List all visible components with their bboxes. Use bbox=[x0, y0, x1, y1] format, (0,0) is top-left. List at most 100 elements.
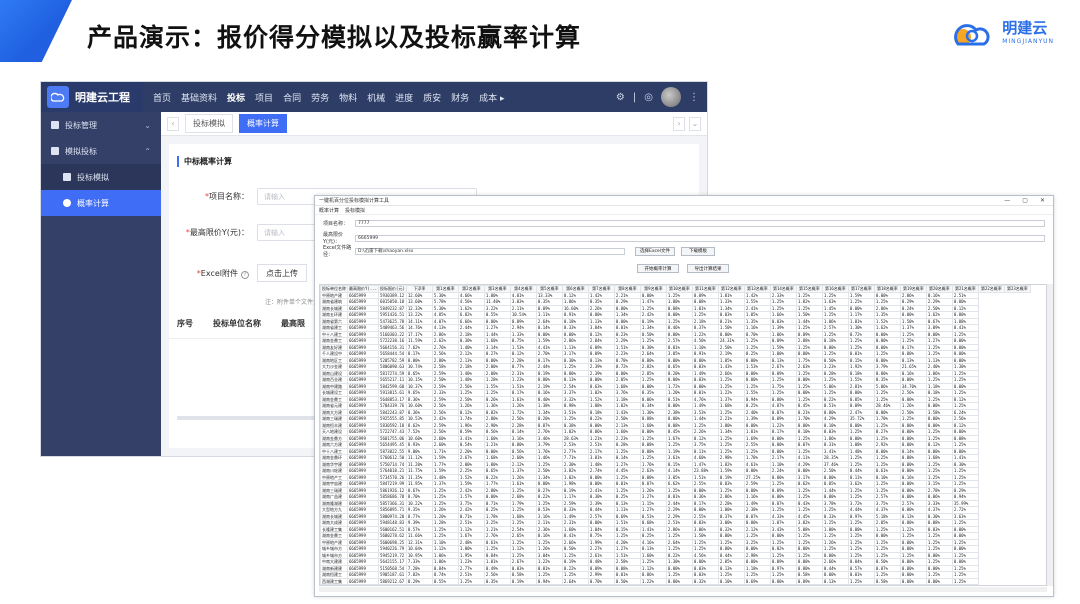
table-cell: 0.01% bbox=[665, 584, 693, 585]
column-header[interactable]: 第6名概率 bbox=[561, 285, 589, 293]
table-cell: 11.76% bbox=[405, 584, 433, 585]
vertical-scrollbar[interactable] bbox=[1047, 284, 1053, 586]
column-header[interactable]: 第23名概率 bbox=[1003, 285, 1031, 293]
excel-label: Excel附件 bbox=[200, 268, 238, 278]
tab-probability-calc[interactable]: 概率计算 bbox=[239, 114, 287, 133]
nav-schedule[interactable]: 进度 bbox=[395, 91, 413, 104]
table-row[interactable]: 宜方地理工66659995760469.5511.76%0.39%1.98%0.… bbox=[320, 584, 1031, 585]
menu-bid-simulation[interactable]: 投标模拟 bbox=[345, 207, 365, 214]
column-header[interactable]: 第22名概率 bbox=[977, 285, 1005, 293]
nav-home[interactable]: 首页 bbox=[153, 91, 171, 104]
download-template-button[interactable]: 下载模板 bbox=[681, 246, 715, 256]
results-grid: 投标单位名称 最高限价Y(... 投标报价(元) 下浮率 第1名概率 第2名概率 第3名概率… bbox=[319, 284, 1047, 586]
minimize-icon[interactable]: — bbox=[1004, 197, 1010, 204]
help-icon[interactable]: ? bbox=[241, 270, 249, 279]
column-header[interactable]: 第7名概率 bbox=[587, 285, 615, 293]
table-cell: 5150568.54 bbox=[378, 564, 407, 572]
table-cell: 0.00% bbox=[847, 584, 875, 585]
table-cell: 5642155.17 bbox=[378, 558, 407, 566]
table-cell: 5658444.54 bbox=[378, 350, 407, 358]
maximize-icon[interactable]: ▢ bbox=[1022, 197, 1028, 204]
nav-quality-safety[interactable]: 质安 bbox=[423, 91, 441, 104]
table-cell: 5160303.22 bbox=[378, 330, 407, 338]
table-cell: 0.03% bbox=[691, 584, 719, 585]
nav-finance[interactable]: 财务 bbox=[451, 91, 469, 104]
close-icon[interactable]: ✕ bbox=[1040, 197, 1045, 204]
tool-project-input[interactable]: 7777 bbox=[355, 220, 1045, 227]
column-header[interactable]: 第4名概率 bbox=[509, 285, 537, 293]
column-header[interactable]: 第10名概率 bbox=[665, 285, 693, 293]
sidebar-item-simulated-bidding[interactable]: 模拟投标 ⌃ bbox=[41, 138, 161, 164]
nav-material[interactable]: 物料 bbox=[339, 91, 357, 104]
column-header[interactable]: 第1名概率 bbox=[431, 285, 459, 293]
table-cell: 5905187.61 bbox=[378, 571, 407, 579]
chevron-down-icon[interactable]: ⌄ bbox=[689, 116, 701, 131]
nav-basic-data[interactable]: 基础资料 bbox=[181, 91, 217, 104]
column-header[interactable]: 第16名概率 bbox=[821, 285, 849, 293]
tab-scroll-left-icon[interactable]: ‹ bbox=[167, 116, 179, 131]
sidebar-item-bid-simulation[interactable]: 投标模拟 bbox=[41, 164, 161, 190]
nav-contract[interactable]: 合同 bbox=[283, 91, 301, 104]
table-cell: 5664156.31 bbox=[378, 343, 407, 351]
sidebar-item-label: 投标管理 bbox=[65, 120, 97, 130]
tool-excel-row: Excel文件路径： D:\迅雷下载\shaoyan.xlsx 选择Excel文… bbox=[323, 244, 715, 258]
column-header[interactable]: 第17名概率 bbox=[847, 285, 875, 293]
nav-cost[interactable]: 成本 ▸ bbox=[479, 91, 504, 104]
target-icon[interactable]: ◎ bbox=[644, 92, 653, 103]
more-icon[interactable]: ⋮ bbox=[689, 92, 699, 103]
column-header[interactable]: 投标单位名称 bbox=[320, 285, 348, 293]
column-header[interactable]: 第5名概率 bbox=[535, 285, 563, 293]
settings-icon[interactable]: ⚙ bbox=[616, 92, 625, 103]
column-header[interactable]: 最高限价Y(... bbox=[346, 285, 380, 293]
app-logo[interactable]: 明建云工程 bbox=[41, 82, 143, 112]
column-header[interactable]: 第19名概率 bbox=[899, 285, 927, 293]
column-header[interactable]: 第11名概率 bbox=[691, 285, 719, 293]
col-index: 序号 bbox=[177, 319, 193, 328]
slide-title: 产品演示：报价得分模拟以及投标赢率计算 bbox=[87, 23, 582, 52]
table-cell: 1.04% bbox=[509, 584, 537, 585]
tool-project-label: 项目名称： bbox=[323, 221, 349, 227]
sidebar-item-bid-management[interactable]: 投标管理 ⌄ bbox=[41, 112, 161, 138]
select-excel-button[interactable]: 选择Excel文件 bbox=[635, 246, 675, 256]
nav-labor[interactable]: 劳务 bbox=[311, 91, 329, 104]
column-header[interactable]: 第9名概率 bbox=[639, 285, 667, 293]
brand-name: 明建云 bbox=[1002, 19, 1048, 37]
nav-bidding[interactable]: 投标 bbox=[227, 91, 245, 104]
column-header[interactable]: 第18名概率 bbox=[873, 285, 901, 293]
tab-bid-simulation[interactable]: 投标模拟 bbox=[185, 114, 233, 133]
column-header[interactable]: 投标报价(元) bbox=[378, 285, 407, 293]
sidebar-item-label: 模拟投标 bbox=[65, 146, 97, 156]
tab-scroll-right-icon[interactable]: › bbox=[673, 116, 685, 131]
tool-price-input[interactable]: 6665999 bbox=[355, 234, 1045, 242]
tool-excel-label: Excel文件路径： bbox=[323, 245, 352, 258]
table-cell: 5806090.63 bbox=[378, 363, 407, 371]
tool-project-row: 项目名称： 7777 bbox=[323, 220, 1045, 227]
window-titlebar: 一键机百分位投标模拟计算工具 — ▢ ✕ bbox=[315, 196, 1053, 206]
table-cell: 0.76% bbox=[535, 584, 563, 585]
start-calc-button[interactable]: 开始概率计算 bbox=[637, 264, 679, 273]
sidebar-item-probability-calc[interactable]: 概率计算 bbox=[41, 190, 161, 216]
column-header[interactable]: 第8名概率 bbox=[613, 285, 641, 293]
table-cell: 5849232.87 bbox=[378, 304, 407, 312]
table-cell: 5856895.71 bbox=[378, 506, 407, 514]
nav-project[interactable]: 项目 bbox=[255, 91, 273, 104]
column-header[interactable]: 第15名概率 bbox=[795, 285, 823, 293]
export-results-button[interactable]: 导出计算结果 bbox=[687, 264, 729, 273]
horizontal-scrollbar[interactable] bbox=[319, 587, 1047, 592]
nav-machinery[interactable]: 机械 bbox=[367, 91, 385, 104]
upload-button[interactable]: 点击上传 bbox=[257, 264, 307, 282]
table-cell: 0.30% bbox=[483, 584, 511, 585]
menu-probability-calc[interactable]: 概率计算 bbox=[319, 207, 339, 214]
avatar[interactable] bbox=[661, 87, 681, 107]
brand-logo: 明建云 MINGJIANYUN bbox=[950, 18, 1054, 48]
column-header[interactable]: 第14名概率 bbox=[769, 285, 797, 293]
column-header[interactable]: 第2名概率 bbox=[457, 285, 485, 293]
table-cell: 5654495.45 bbox=[378, 441, 407, 449]
column-header[interactable]: 第20名概率 bbox=[925, 285, 953, 293]
tool-excel-path-input[interactable]: D:\迅雷下载\shaoyan.xlsx bbox=[355, 247, 625, 255]
column-header[interactable]: 第13名概率 bbox=[743, 285, 771, 293]
column-header[interactable]: 第3名概率 bbox=[483, 285, 511, 293]
table-cell: 5750714.74 bbox=[378, 460, 407, 468]
column-header[interactable]: 第12名概率 bbox=[717, 285, 745, 293]
column-header[interactable]: 第21名概率 bbox=[951, 285, 979, 293]
